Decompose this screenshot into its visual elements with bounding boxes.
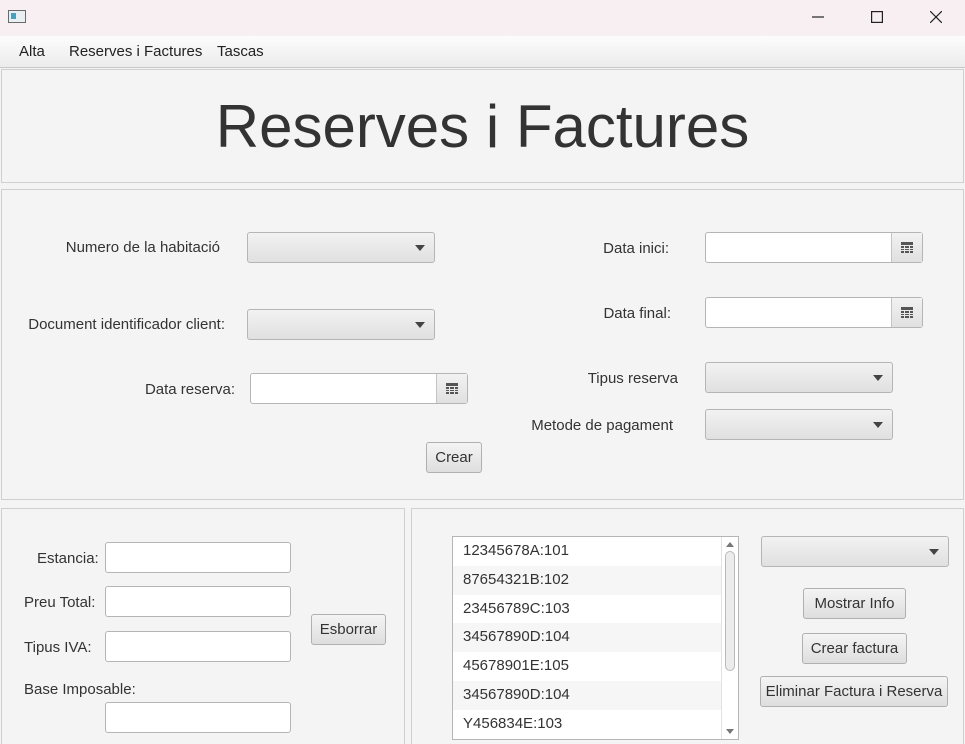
create-invoice-button[interactable]: Crear factura — [802, 633, 907, 664]
tax-base-label: Base Imposable: — [24, 681, 136, 698]
vat-type-field[interactable] — [105, 631, 291, 662]
list-item[interactable]: 12345678A:101 — [453, 537, 738, 566]
stay-field[interactable] — [105, 542, 291, 573]
booking-type-select[interactable] — [705, 362, 893, 393]
calendar-icon — [901, 307, 913, 318]
chevron-down-icon — [929, 549, 939, 555]
booking-date-picker[interactable] — [250, 373, 468, 404]
show-info-button[interactable]: Mostrar Info — [803, 588, 906, 619]
stay-label: Estancia: — [37, 550, 99, 567]
minimize-icon[interactable] — [795, 0, 841, 34]
client-document-label: Document identificador client: — [28, 316, 225, 333]
close-icon[interactable] — [913, 0, 959, 34]
list-item[interactable]: 34567890D:104 — [453, 680, 738, 710]
calendar-button[interactable] — [891, 298, 922, 327]
start-date-label: Data inici: — [603, 240, 669, 257]
calendar-icon — [901, 242, 913, 253]
booking-date-label: Data reserva: — [144, 381, 235, 398]
menu-item-tascas[interactable]: Tascas — [217, 43, 264, 60]
app-window-icon — [8, 10, 26, 23]
chevron-down-icon — [415, 322, 425, 328]
room-number-label: Numero de la habitació — [65, 239, 220, 256]
chevron-down-icon — [415, 245, 425, 251]
page-title: Reserves i Factures — [215, 93, 750, 160]
total-price-field[interactable] — [105, 586, 291, 617]
end-date-label: Data final: — [603, 305, 671, 322]
scroll-down-icon[interactable] — [726, 729, 734, 734]
clear-button[interactable]: Esborrar — [311, 614, 386, 645]
chevron-down-icon — [873, 422, 883, 428]
vat-type-label: Tipus IVA: — [24, 639, 92, 656]
payment-method-label: Metode de pagament — [531, 417, 673, 434]
payment-method-select[interactable] — [705, 409, 893, 440]
booking-type-label: Tipus reserva — [587, 370, 678, 387]
bookings-list[interactable]: 12345678A:101 87654321B:102 23456789C:10… — [452, 536, 739, 740]
start-date-picker[interactable] — [705, 232, 923, 263]
calendar-button[interactable] — [891, 233, 922, 262]
scroll-up-icon[interactable] — [726, 542, 734, 547]
list-item[interactable]: Y456834E:103 — [453, 710, 738, 739]
calendar-icon — [446, 383, 458, 394]
invoice-select[interactable] — [761, 536, 949, 567]
window-titlebar — [0, 0, 965, 36]
menu-item-alta[interactable]: Alta — [19, 43, 45, 60]
tax-base-field[interactable] — [105, 702, 291, 733]
maximize-icon[interactable] — [854, 0, 900, 34]
menu-bar: Alta Reserves i Factures Tascas — [0, 36, 965, 68]
list-item[interactable]: 45678901E:105 — [453, 652, 738, 681]
end-date-picker[interactable] — [705, 297, 923, 328]
delete-invoice-booking-button[interactable]: Eliminar Factura i Reserva — [760, 676, 948, 707]
menu-item-reserves-factures[interactable]: Reserves i Factures — [69, 43, 202, 60]
create-booking-button[interactable]: Crear — [426, 442, 482, 473]
room-number-select[interactable] — [247, 232, 435, 263]
scrollbar-thumb[interactable] — [725, 551, 735, 671]
chevron-down-icon — [873, 375, 883, 381]
calendar-button[interactable] — [436, 374, 467, 403]
client-document-select[interactable] — [247, 309, 435, 340]
list-scrollbar[interactable] — [721, 537, 738, 739]
list-item[interactable]: 23456789C:103 — [453, 595, 738, 624]
total-price-label: Preu Total: — [24, 594, 96, 611]
list-item[interactable]: 34567890D:104 — [453, 623, 738, 653]
list-item[interactable]: 87654321B:102 — [453, 565, 738, 595]
